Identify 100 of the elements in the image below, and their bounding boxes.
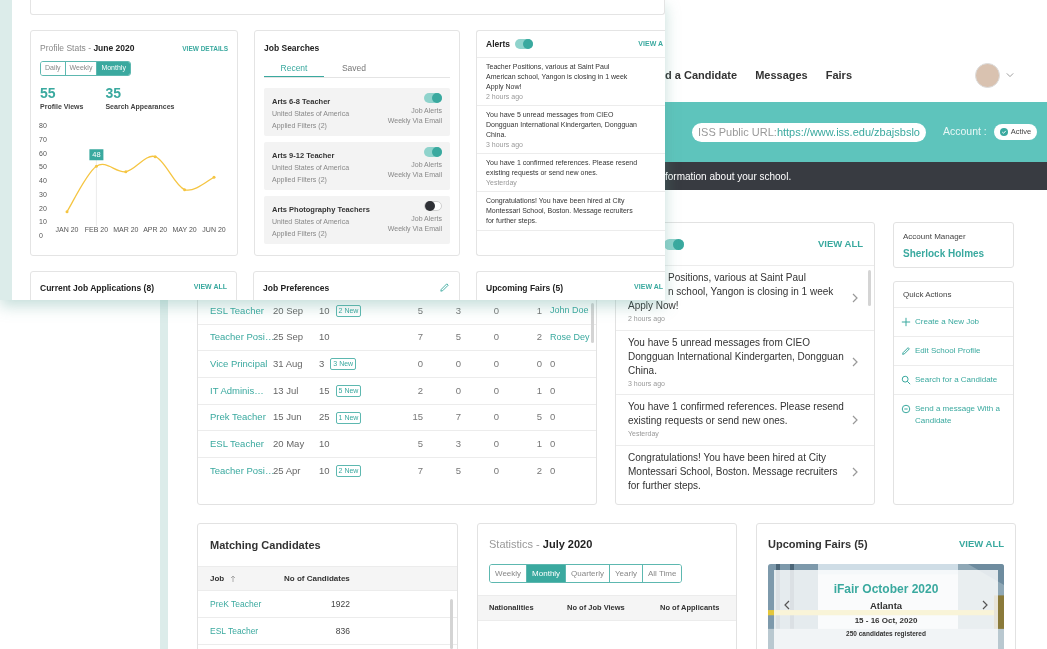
account-label: Account : [942,124,987,140]
chevron-right-icon[interactable] [850,292,860,303]
account-manager-label: Account Manager [903,231,967,243]
data-point [65,210,69,214]
recruiter-link[interactable]: Rose Dey [542,330,590,345]
data-point [183,188,187,192]
view-all-link[interactable]: VIEW ALL [958,536,1004,552]
recruiter-link[interactable]: John Doe [542,304,589,318]
quick-action-link[interactable]: Edit School Profile [894,337,1013,366]
table-cell-text: 0 [492,383,499,398]
table-cell-text: 0 [492,410,499,425]
alert-text: China. [628,363,657,378]
account-manager-name: Sherlock Holmes [903,247,986,261]
nav-link[interactable]: Fairs [825,66,852,84]
scrollbar[interactable] [591,303,594,343]
job-link[interactable]: Teacher Posi… [198,464,273,479]
table-cell-text: 5 [454,330,461,345]
column-header[interactable]: No of Candidates [284,572,350,585]
chevron-right-icon[interactable] [850,466,860,477]
search-icon [901,375,911,385]
table-cell-text: 13 Jul [273,383,300,398]
public-url-link[interactable]: https://www.iss.edu/zbajsbslo [776,123,920,141]
table-cell-text: 25 Sep [273,330,305,345]
pencil-icon [901,346,911,356]
table-cell: 25 [319,410,330,425]
tab[interactable]: Recent [264,60,324,77]
table-cell-text: 1 [535,303,542,318]
card-title: Upcoming Fairs (5) [768,536,868,552]
job-link[interactable]: Vice Principal [198,357,273,372]
alert-text: Apply Now! [628,299,679,313]
table-cell-text: 836 [334,624,350,638]
chevron-left-icon[interactable] [782,600,792,610]
table-cell-text: 0 [492,464,499,479]
alert-text: Congratulations! You have been hired at City [628,450,826,465]
card-title: Quick Actions [903,288,952,301]
chevron-right-icon[interactable] [850,357,860,368]
data-point [94,165,98,168]
table-cell-text: 2 [535,464,542,479]
card-title: Job Searches [264,42,321,55]
table-cell-text: 2 [416,383,423,398]
stat-value: 35 [105,85,123,101]
view-all-link[interactable]: VIEW ALL [817,236,863,252]
job-link[interactable]: ESL Teacher [198,303,273,318]
table-row[interactable]: ESL Teacher 20 May 10 5 3 0 1 0 [198,431,596,459]
table-cell-text: 15 [319,383,330,398]
toggle-switch[interactable] [515,39,534,49]
alert-text: Positions, various at Saint Paul [668,271,806,285]
table-cell-text: 0 [454,357,461,372]
chevron-right-icon[interactable] [850,414,860,425]
column-header[interactable]: Job [210,572,284,585]
job-link[interactable]: ESL Teacher [198,437,273,452]
nav-link[interactable]: Messages [755,66,808,84]
chevron-down-icon[interactable] [1006,71,1014,79]
stat-value: 55 [40,85,57,101]
table-cell-text: 1 [535,383,542,398]
table-cell-text: 15 Jun [273,410,303,425]
table-cell: 10 [319,303,330,318]
table-cell-text: 0 [549,357,556,372]
table-cell-text: 0 [492,357,499,372]
table-cell: 10 [319,437,330,452]
range-tab[interactable]: All Time [641,565,682,582]
card-title: Matching Candidates [210,537,321,553]
quick-action-link[interactable]: Search for a Candidate [894,366,1013,395]
card-title: Job Preferences [263,282,330,295]
table-cell-text: 0 [549,464,556,479]
table-cell-text: 0 [549,437,556,452]
quick-action-link[interactable]: Send a message With a Candidate [894,395,1013,435]
alert-text: Dongguan International Kindergarten, Dongguan [628,349,844,364]
table-cell-text: 0 [492,437,499,452]
toggle-switch[interactable] [664,238,684,250]
job-link[interactable]: ESL Teacher [210,624,310,638]
toggle-switch[interactable] [424,200,442,211]
table-cell-text: 20 Sep [273,303,305,318]
card-title: Current Job Applications (8) [40,282,154,295]
sort-up-icon[interactable] [230,575,237,582]
table-cell-text: 5 [416,437,423,452]
toggle-switch[interactable] [424,146,442,157]
job-link[interactable]: Prek Teacher [198,410,273,425]
job-link[interactable]: PreK Teacher [210,597,310,611]
job-link[interactable]: IT Adminis… [198,383,273,399]
alert-text: existing requests or send new ones. [628,414,788,428]
pencil-icon[interactable] [439,282,450,293]
table-cell-text: 5 [416,303,423,318]
fair-dates: 15 - 16 Oct, 2020 [854,615,918,628]
scrollbar[interactable] [868,270,871,306]
table-cell-text: 20 May [273,437,306,452]
job-link[interactable]: Teacher Posi… [198,330,273,345]
tab[interactable]: Saved [324,60,384,77]
toggle-switch[interactable] [424,92,442,103]
data-point [153,155,157,159]
scrollbar[interactable] [450,599,453,649]
nav-link[interactable]: d a Candidate [665,66,738,84]
notice-text: formation about your school. [665,169,792,184]
alert-text: You have 5 unread messages from CIEO [628,335,810,350]
chevron-right-icon[interactable] [980,600,990,610]
quick-action-link[interactable]: Create a New Job [894,308,1013,337]
range-tab[interactable]: Monthly [526,565,566,582]
avatar[interactable] [975,62,1000,88]
table-cell-text: 2 [535,330,542,345]
table-cell-text: 1 [535,437,542,452]
